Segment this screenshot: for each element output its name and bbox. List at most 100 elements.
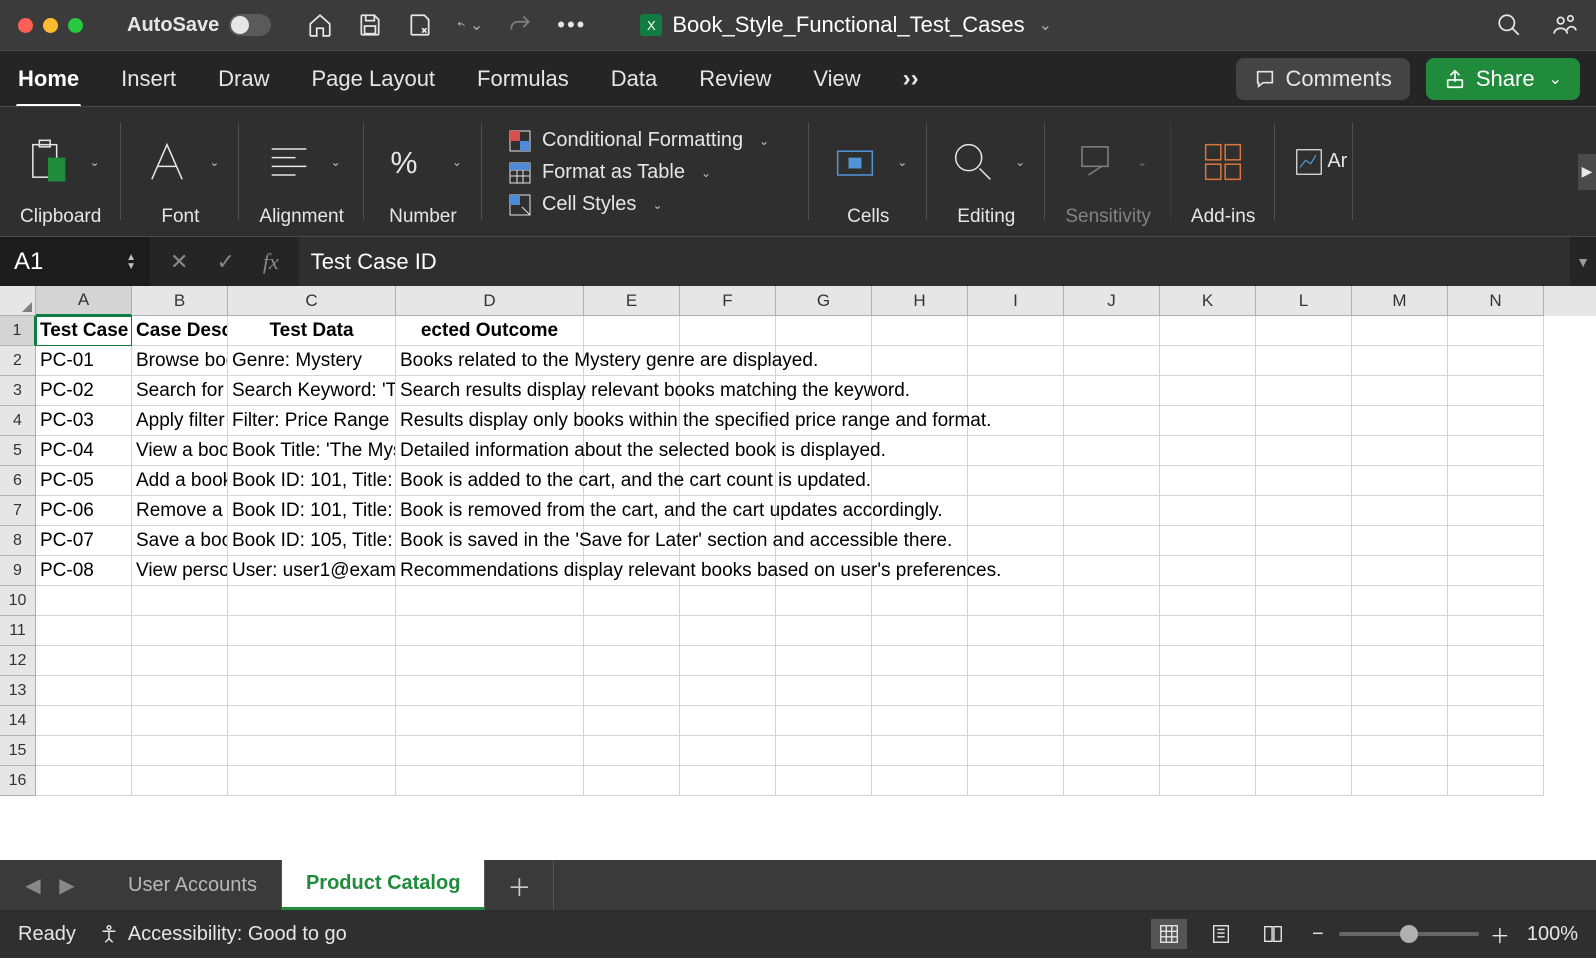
- cell-D16[interactable]: [396, 766, 584, 796]
- cell-G10[interactable]: [776, 586, 872, 616]
- cell-L13[interactable]: [1256, 676, 1352, 706]
- cell-D8[interactable]: Book is saved in the 'Save for Later' se…: [396, 526, 584, 556]
- cell-H10[interactable]: [872, 586, 968, 616]
- search-icon[interactable]: [1496, 12, 1522, 38]
- cell-G16[interactable]: [776, 766, 872, 796]
- cell-B12[interactable]: [132, 646, 228, 676]
- tab-formulas[interactable]: Formulas: [475, 60, 571, 98]
- font-icon[interactable]: ⌄: [141, 117, 219, 206]
- cell-K10[interactable]: [1160, 586, 1256, 616]
- minimize-window-button[interactable]: [43, 18, 58, 33]
- row-header-5[interactable]: 5: [0, 436, 36, 466]
- col-header-B[interactable]: B: [132, 286, 228, 316]
- cell-E12[interactable]: [584, 646, 680, 676]
- row-header-11[interactable]: 11: [0, 616, 36, 646]
- page-break-view-button[interactable]: [1255, 919, 1291, 949]
- cell-L8[interactable]: [1256, 526, 1352, 556]
- save-icon[interactable]: [357, 12, 383, 38]
- cell-K14[interactable]: [1160, 706, 1256, 736]
- comments-button[interactable]: Comments: [1236, 58, 1410, 100]
- cell-D4[interactable]: Results display only books within the sp…: [396, 406, 584, 436]
- cell-H2[interactable]: [872, 346, 968, 376]
- cell-M1[interactable]: [1352, 316, 1448, 346]
- cell-M9[interactable]: [1352, 556, 1448, 586]
- cell-N2[interactable]: [1448, 346, 1544, 376]
- sheet-nav-next-icon[interactable]: ▶: [50, 873, 84, 898]
- cell-B8[interactable]: Save a book: [132, 526, 228, 556]
- cell-H13[interactable]: [872, 676, 968, 706]
- document-title[interactable]: X Book_Style_Functional_Test_Cases ⌄: [640, 12, 1052, 38]
- col-header-M[interactable]: M: [1352, 286, 1448, 316]
- cell-B4[interactable]: Apply filter: [132, 406, 228, 436]
- cell-A6[interactable]: PC-05: [36, 466, 132, 496]
- cell-L6[interactable]: [1256, 466, 1352, 496]
- cell-A10[interactable]: [36, 586, 132, 616]
- new-sheet-button[interactable]: ＋: [485, 860, 554, 910]
- cell-D6[interactable]: Book is added to the cart, and the cart …: [396, 466, 584, 496]
- cell-L9[interactable]: [1256, 556, 1352, 586]
- cell-N5[interactable]: [1448, 436, 1544, 466]
- formula-input[interactable]: Test Case ID: [299, 237, 1570, 286]
- ribbon-overflow-button[interactable]: ▶: [1578, 154, 1596, 190]
- format-as-table-button[interactable]: Format as Table⌄: [508, 161, 711, 185]
- cell-J3[interactable]: [1064, 376, 1160, 406]
- sheet-nav-prev-icon[interactable]: ◀: [16, 873, 50, 898]
- cell-L14[interactable]: [1256, 706, 1352, 736]
- row-header-13[interactable]: 13: [0, 676, 36, 706]
- cell-G12[interactable]: [776, 646, 872, 676]
- row-header-7[interactable]: 7: [0, 496, 36, 526]
- cell-F11[interactable]: [680, 616, 776, 646]
- cell-I10[interactable]: [968, 586, 1064, 616]
- col-header-D[interactable]: D: [396, 286, 584, 316]
- col-header-J[interactable]: J: [1064, 286, 1160, 316]
- cell-M6[interactable]: [1352, 466, 1448, 496]
- cell-J4[interactable]: [1064, 406, 1160, 436]
- cell-D15[interactable]: [396, 736, 584, 766]
- number-icon[interactable]: %⌄: [384, 117, 462, 206]
- cell-J14[interactable]: [1064, 706, 1160, 736]
- row-header-9[interactable]: 9: [0, 556, 36, 586]
- cell-E11[interactable]: [584, 616, 680, 646]
- cell-J9[interactable]: [1064, 556, 1160, 586]
- cell-I1[interactable]: [968, 316, 1064, 346]
- cell-H1[interactable]: [872, 316, 968, 346]
- cell-L2[interactable]: [1256, 346, 1352, 376]
- zoom-in-button[interactable]: ＋: [1489, 920, 1511, 949]
- confirm-formula-icon[interactable]: ✓: [216, 249, 234, 275]
- cell-F1[interactable]: [680, 316, 776, 346]
- row-header-14[interactable]: 14: [0, 706, 36, 736]
- cell-J5[interactable]: [1064, 436, 1160, 466]
- cell-L4[interactable]: [1256, 406, 1352, 436]
- cell-A8[interactable]: PC-07: [36, 526, 132, 556]
- cell-C1[interactable]: Test Data: [228, 316, 396, 346]
- cell-H14[interactable]: [872, 706, 968, 736]
- cells-icon[interactable]: ⌄: [829, 117, 907, 206]
- name-box-dropdown-icon[interactable]: ▲▼: [126, 253, 136, 271]
- cell-C10[interactable]: [228, 586, 396, 616]
- cell-M10[interactable]: [1352, 586, 1448, 616]
- cell-I8[interactable]: [968, 526, 1064, 556]
- cell-J13[interactable]: [1064, 676, 1160, 706]
- cell-L3[interactable]: [1256, 376, 1352, 406]
- row-header-6[interactable]: 6: [0, 466, 36, 496]
- cell-I3[interactable]: [968, 376, 1064, 406]
- cell-K4[interactable]: [1160, 406, 1256, 436]
- row-header-8[interactable]: 8: [0, 526, 36, 556]
- analyze-icon[interactable]: Ar: [1295, 117, 1347, 206]
- cell-B5[interactable]: View a boo: [132, 436, 228, 466]
- cell-D1[interactable]: ected Outcome: [396, 316, 584, 346]
- cell-L1[interactable]: [1256, 316, 1352, 346]
- cell-A3[interactable]: PC-02: [36, 376, 132, 406]
- cell-J11[interactable]: [1064, 616, 1160, 646]
- cell-J8[interactable]: [1064, 526, 1160, 556]
- expand-formula-bar-icon[interactable]: ▼: [1570, 237, 1596, 286]
- tab-data[interactable]: Data: [609, 60, 659, 98]
- cell-K9[interactable]: [1160, 556, 1256, 586]
- row-header-15[interactable]: 15: [0, 736, 36, 766]
- tab-view[interactable]: View: [811, 60, 862, 98]
- cell-L11[interactable]: [1256, 616, 1352, 646]
- cell-E10[interactable]: [584, 586, 680, 616]
- cell-K16[interactable]: [1160, 766, 1256, 796]
- cell-J1[interactable]: [1064, 316, 1160, 346]
- cell-M11[interactable]: [1352, 616, 1448, 646]
